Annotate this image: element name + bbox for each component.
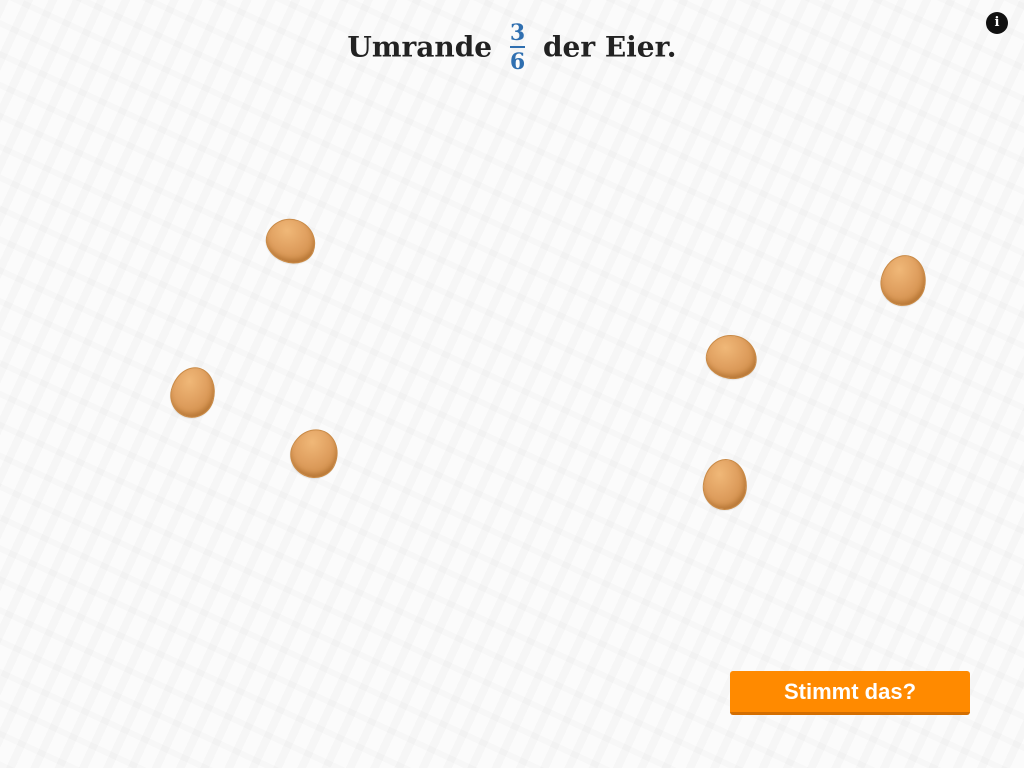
egg[interactable] — [282, 421, 347, 486]
egg[interactable] — [165, 362, 221, 423]
info-icon[interactable]: i — [986, 12, 1008, 34]
prompt-text-after: der Eier. — [542, 30, 677, 64]
fraction: 3 6 — [509, 20, 526, 75]
fraction-denominator: 6 — [509, 49, 526, 75]
check-answer-button[interactable]: Stimmt das? — [730, 671, 970, 715]
prompt-text-before: Umrande — [347, 30, 493, 64]
egg[interactable] — [703, 331, 760, 383]
egg[interactable] — [876, 250, 931, 311]
egg[interactable] — [259, 211, 323, 271]
fraction-bar — [509, 46, 526, 48]
fraction-numerator: 3 — [509, 20, 526, 46]
task-prompt: Umrande 3 6 der Eier. — [0, 18, 1024, 76]
egg[interactable] — [700, 457, 750, 512]
